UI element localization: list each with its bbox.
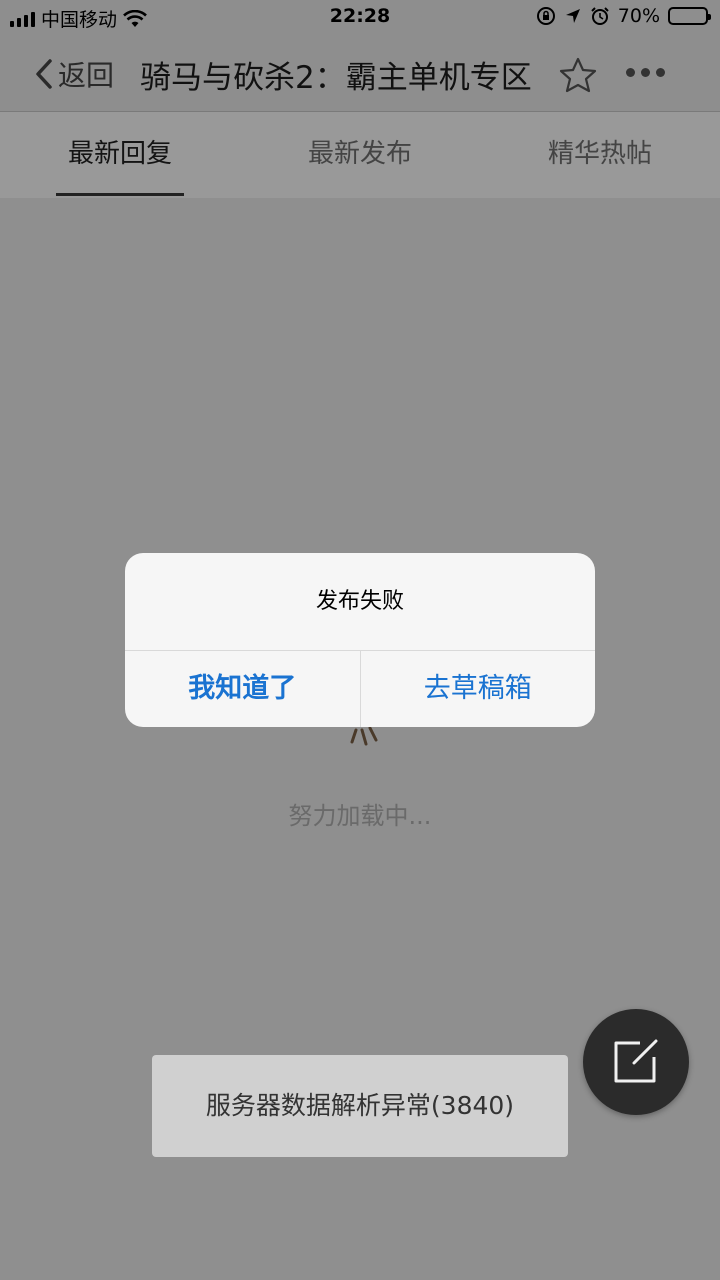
star-icon (559, 57, 597, 93)
more-dot-icon (656, 68, 665, 77)
battery-icon (668, 7, 711, 25)
tab-featured[interactable]: 精华热帖 (480, 112, 720, 198)
battery-percent: 70% (617, 5, 660, 27)
more-button[interactable] (626, 68, 665, 77)
alert-title: 发布失败 (125, 553, 595, 651)
tab-bar: 最新回复 最新发布 精华热帖 (0, 112, 720, 198)
more-dot-icon (641, 68, 650, 77)
compose-button[interactable] (583, 1009, 689, 1115)
error-toast: 服务器数据解析异常(3840) (152, 1055, 568, 1157)
alert-actions: 我知道了 去草稿箱 (125, 651, 595, 727)
chevron-left-icon (36, 59, 52, 89)
alarm-icon (591, 7, 609, 25)
page-title: 骑马与砍杀2：霸主单机专区 (140, 60, 532, 96)
compose-icon (614, 1039, 658, 1083)
go-to-drafts-button[interactable]: 去草稿箱 (361, 651, 596, 727)
tab-latest-post[interactable]: 最新发布 (240, 112, 480, 198)
location-icon (565, 9, 580, 23)
status-right: 70% (536, 5, 711, 27)
acknowledge-button[interactable]: 我知道了 (125, 651, 361, 727)
tab-latest-reply[interactable]: 最新回复 (0, 112, 240, 198)
app-screen: 中国移动 22:28 70% 返回 骑马与砍杀2：霸主单机专区 最新回复 最新发… (0, 0, 720, 1280)
back-button[interactable]: 返回 (34, 54, 114, 94)
rotation-lock-icon (536, 7, 555, 25)
back-label: 返回 (58, 59, 115, 92)
more-dot-icon (626, 68, 635, 77)
favorite-button[interactable] (558, 56, 598, 98)
loading-text: 努力加载中... (288, 802, 432, 830)
nav-bar: 返回 骑马与砍杀2：霸主单机专区 (0, 36, 720, 112)
alert-dialog: 发布失败 我知道了 去草稿箱 (125, 553, 595, 727)
status-bar: 中国移动 22:28 70% (0, 0, 720, 36)
